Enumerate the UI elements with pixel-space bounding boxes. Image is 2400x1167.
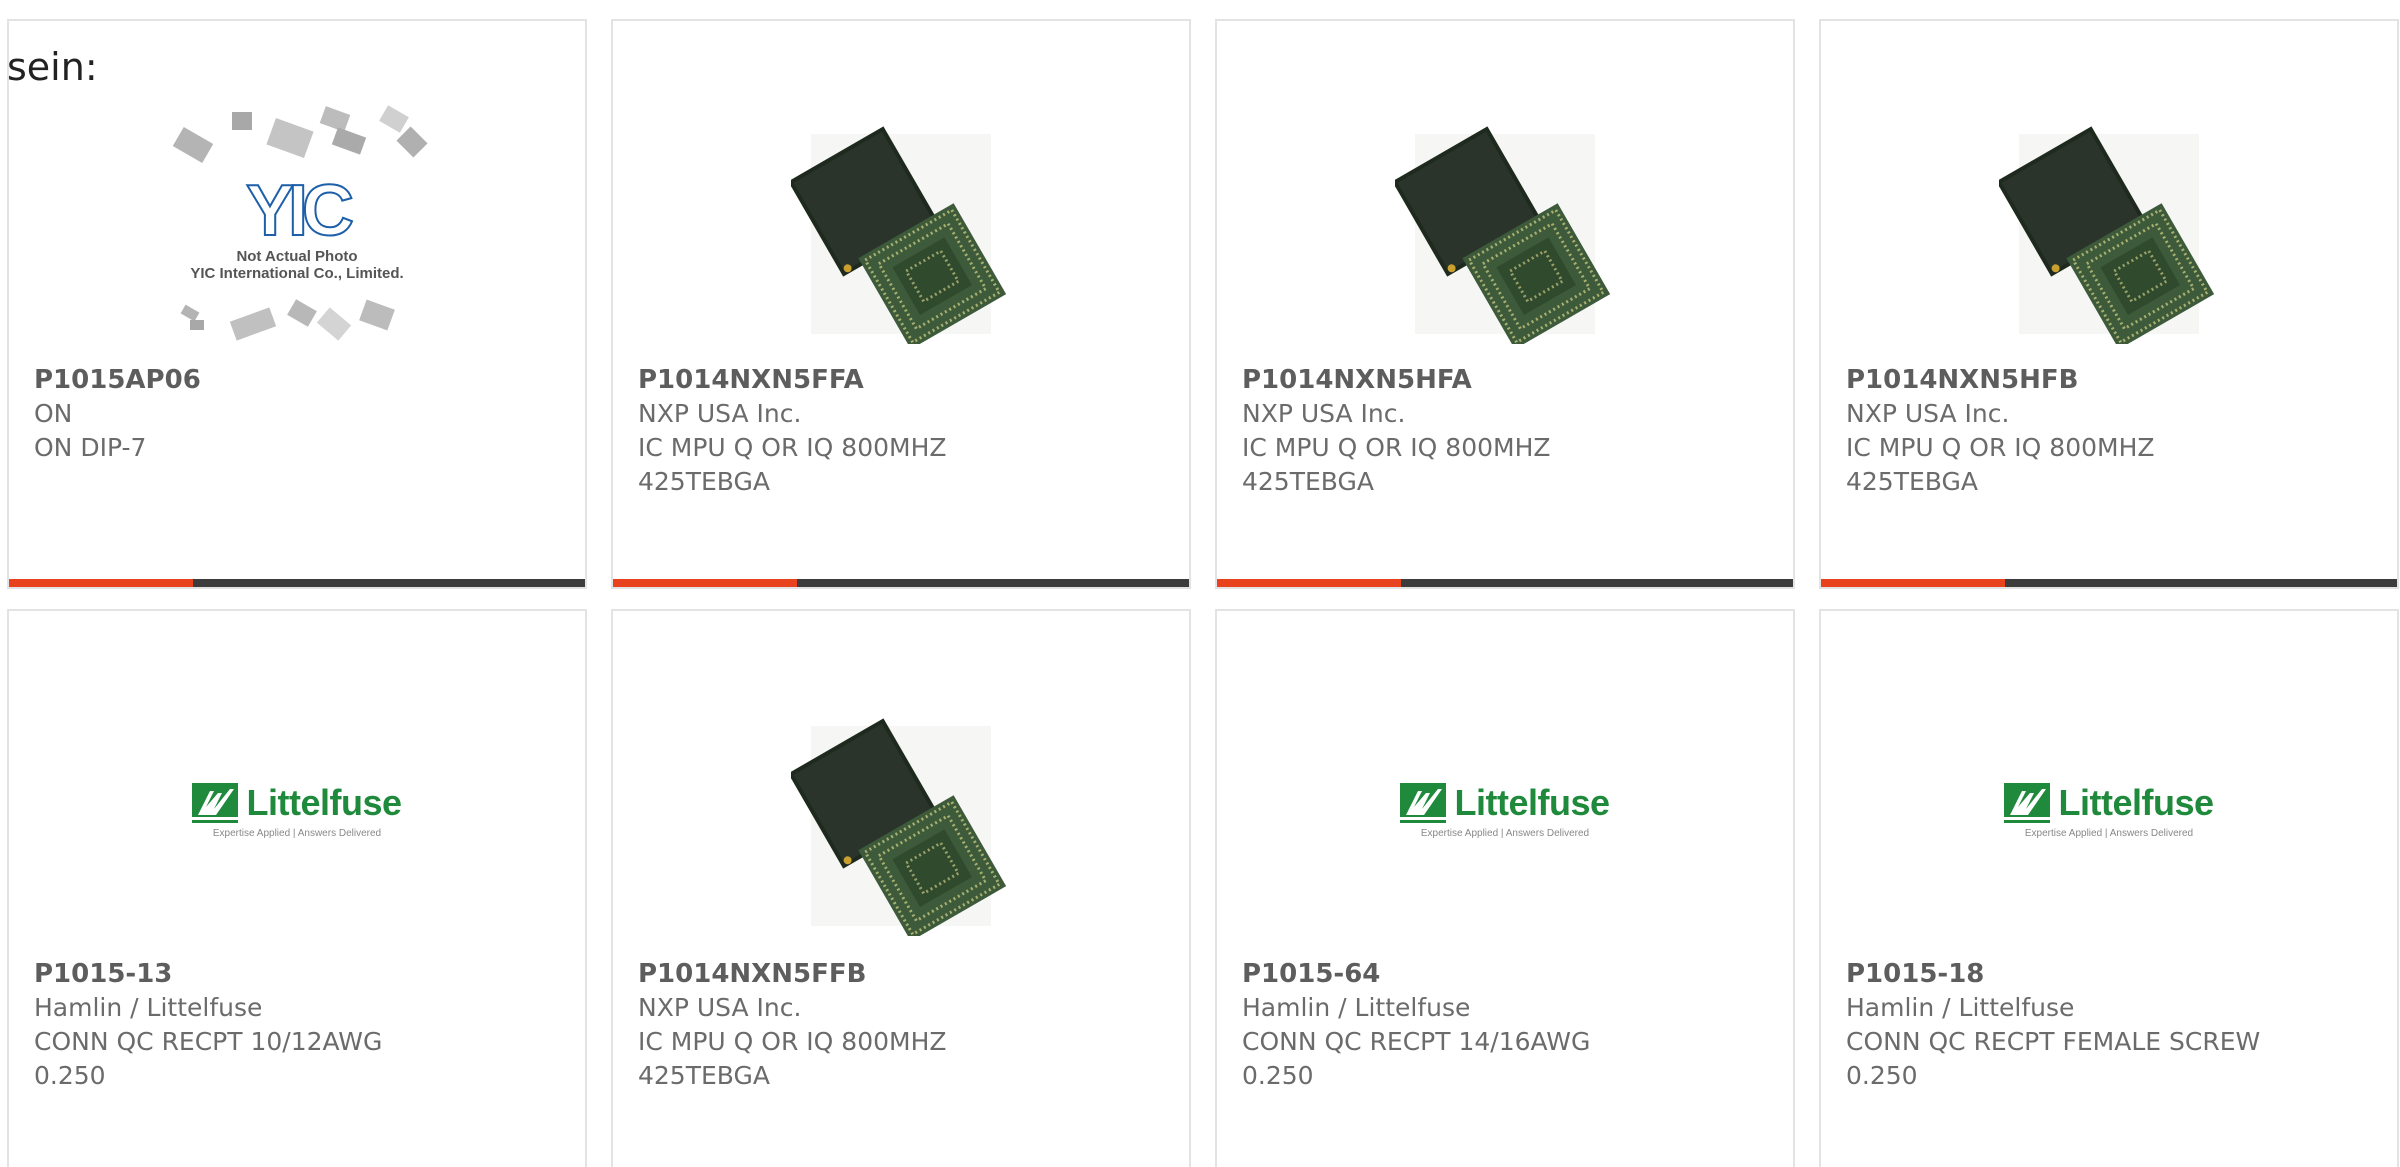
littelfuse-logo-text: Littelfuse [246, 781, 402, 823]
littelfuse-tagline: Expertise Applied | Answers Delivered [1420, 827, 1590, 839]
placeholder-text-2: YIC International Co., Limited. [190, 265, 404, 282]
bga-chip-icon [1395, 126, 1611, 344]
littelfuse-mark-icon [1400, 782, 1447, 823]
product-card[interactable]: Littelfuse Expertise Applied | Answers D… [1819, 609, 2399, 1167]
product-line: 425TEBGA [1242, 467, 1374, 496]
bga-chip-icon [791, 126, 1007, 344]
product-image[interactable]: Littelfuse Expertise Applied | Answers D… [1217, 691, 1793, 961]
product-card[interactable]: P1014NXN5HFB NXP USA Inc. IC MPU Q OR IQ … [1819, 19, 2399, 589]
littelfuse-logo: Littelfuse Expertise Applied | Answers D… [192, 781, 402, 839]
product-card[interactable]: P1014NXN5FFB NXP USA Inc. IC MPU Q OR IQ … [611, 609, 1191, 1167]
card-accent-bar [9, 579, 585, 587]
bga-chip-icon [1999, 126, 2215, 344]
product-line: Hamlin / Littelfuse [1242, 993, 1471, 1022]
littelfuse-logo-text: Littelfuse [1454, 781, 1610, 823]
placeholder-image: YIC Not Actual Photo YIC International C… [162, 104, 432, 344]
product-grid: YIC Not Actual Photo YIC International C… [7, 19, 2399, 1167]
littelfuse-tagline: Expertise Applied | Answers Delivered [212, 827, 382, 839]
product-line: IC MPU Q OR IQ 800MHZ [638, 1027, 947, 1056]
yic-logo: YIC [245, 171, 355, 251]
part-number-link[interactable]: P1015AP06 [34, 363, 201, 397]
product-line: IC MPU Q OR IQ 800MHZ [638, 433, 947, 462]
card-accent-bar-highlight [1217, 579, 1401, 587]
part-number-link[interactable]: P1015-13 [34, 957, 382, 991]
littelfuse-logo: Littelfuse Expertise Applied | Answers D… [2004, 781, 2214, 839]
product-line: ON DIP-7 [34, 433, 147, 462]
card-accent-bar [1821, 579, 2397, 587]
product-line: 0.250 [1846, 1061, 1918, 1090]
part-number-link[interactable]: P1015-18 [1846, 957, 2260, 991]
card-accent-bar [613, 579, 1189, 587]
product-card[interactable]: YIC Not Actual Photo YIC International C… [7, 19, 587, 589]
part-number-link[interactable]: P1014NXN5FFA [638, 363, 947, 397]
product-card[interactable]: Littelfuse Expertise Applied | Answers D… [7, 609, 587, 1167]
littelfuse-logo: Littelfuse Expertise Applied | Answers D… [1400, 781, 1610, 839]
intro-text: sein: [7, 45, 98, 89]
product-card[interactable]: P1014NXN5HFA NXP USA Inc. IC MPU Q OR IQ … [1215, 19, 1795, 589]
product-card[interactable]: P1014NXN5FFA NXP USA Inc. IC MPU Q OR IQ … [611, 19, 1191, 589]
product-line: Hamlin / Littelfuse [1846, 993, 2075, 1022]
product-info: P1015-64 Hamlin / Littelfuse CONN QC RECP… [1242, 957, 1590, 1093]
product-info: P1014NXN5FFA NXP USA Inc. IC MPU Q OR IQ … [638, 363, 947, 499]
product-line: IC MPU Q OR IQ 800MHZ [1242, 433, 1551, 462]
product-line: NXP USA Inc. [638, 993, 802, 1022]
product-card[interactable]: Littelfuse Expertise Applied | Answers D… [1215, 609, 1795, 1167]
product-line: NXP USA Inc. [638, 399, 802, 428]
product-line: 425TEBGA [1846, 467, 1978, 496]
placeholder-text-1: Not Actual Photo [236, 248, 358, 265]
product-line: CONN QC RECPT 10/12AWG [34, 1027, 383, 1056]
product-line: CONN QC RECPT 14/16AWG [1242, 1027, 1591, 1056]
product-line: IC MPU Q OR IQ 800MHZ [1846, 433, 2155, 462]
product-line: 425TEBGA [638, 467, 770, 496]
product-image[interactable]: Littelfuse Expertise Applied | Answers D… [9, 691, 585, 961]
product-info: P1015AP06 ON ON DIP-7 [34, 363, 201, 465]
product-line: 0.250 [34, 1061, 106, 1090]
part-number-link[interactable]: P1015-64 [1242, 957, 1590, 991]
product-line: NXP USA Inc. [1242, 399, 1406, 428]
product-image[interactable] [1217, 99, 1793, 369]
littelfuse-tagline: Expertise Applied | Answers Delivered [2024, 827, 2194, 839]
product-image[interactable] [613, 691, 1189, 961]
bga-chip-icon [791, 718, 1007, 936]
littelfuse-logo-text: Littelfuse [2058, 781, 2214, 823]
product-line: CONN QC RECPT FEMALE SCREW [1846, 1027, 2261, 1056]
card-accent-bar-highlight [9, 579, 193, 587]
part-number-link[interactable]: P1014NXN5HFA [1242, 363, 1551, 397]
product-line: 0.250 [1242, 1061, 1314, 1090]
page: sein: YIC Not Actual Photo YIC Internati… [0, 0, 2400, 1167]
product-line: Hamlin / Littelfuse [34, 993, 263, 1022]
littelfuse-mark-icon [192, 782, 239, 823]
product-image[interactable] [1821, 99, 2397, 369]
littelfuse-mark-icon [2004, 782, 2051, 823]
product-image[interactable]: Littelfuse Expertise Applied | Answers D… [1821, 691, 2397, 961]
product-info: P1014NXN5FFB NXP USA Inc. IC MPU Q OR IQ … [638, 957, 947, 1093]
product-info: P1014NXN5HFA NXP USA Inc. IC MPU Q OR IQ … [1242, 363, 1551, 499]
card-accent-bar-highlight [1821, 579, 2005, 587]
card-accent-bar [1217, 579, 1793, 587]
product-info: P1015-18 Hamlin / Littelfuse CONN QC RECP… [1846, 957, 2260, 1093]
product-line: 425TEBGA [638, 1061, 770, 1090]
product-line: NXP USA Inc. [1846, 399, 2010, 428]
product-image[interactable] [613, 99, 1189, 369]
chip-packages-top-icon [172, 105, 428, 164]
card-accent-bar-highlight [613, 579, 797, 587]
part-number-link[interactable]: P1014NXN5FFB [638, 957, 947, 991]
product-line: ON [34, 399, 73, 428]
product-info: P1015-13 Hamlin / Littelfuse CONN QC RECP… [34, 957, 382, 1093]
product-image[interactable]: YIC Not Actual Photo YIC International C… [9, 99, 585, 369]
product-info: P1014NXN5HFB NXP USA Inc. IC MPU Q OR IQ … [1846, 363, 2155, 499]
part-number-link[interactable]: P1014NXN5HFB [1846, 363, 2155, 397]
chip-packages-bottom-icon [180, 299, 395, 341]
